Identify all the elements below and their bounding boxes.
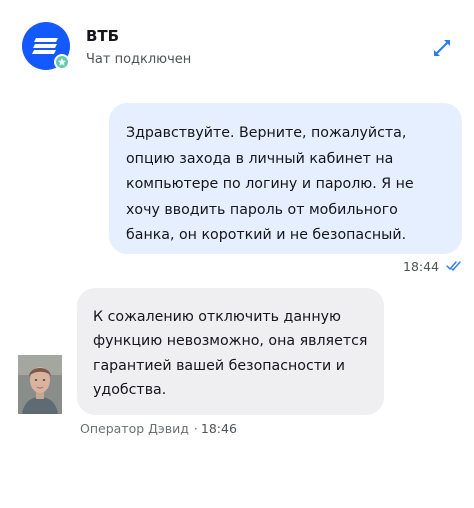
meta-separator: · [193, 421, 198, 436]
chat-status-text: Чат подключен [86, 52, 192, 67]
incoming-message-bubble: К сожалению отключить данную функцию нев… [77, 288, 384, 415]
double-check-icon [446, 261, 461, 271]
outgoing-message-bubble: Здравствуйте. Верните, пожалуйста, опцию… [109, 103, 462, 254]
incoming-message-meta: Оператор Дэвид · 18:46 [80, 421, 237, 436]
incoming-message-time: 18:46 [200, 421, 237, 436]
chat-header: ВТБ Чат подключен [0, 0, 474, 90]
outgoing-message-text: Здравствуйте. Верните, пожалуйста, опцию… [126, 125, 414, 243]
outgoing-message-time: 18:44 [403, 259, 440, 274]
incoming-message-text: К сожалению отключить данную функцию нев… [93, 309, 368, 398]
expand-icon[interactable] [430, 36, 454, 60]
operator-name: Оператор Дэвид [80, 421, 189, 436]
online-badge-icon [54, 54, 70, 70]
operator-avatar [18, 355, 62, 414]
chat-title: ВТБ [86, 27, 120, 45]
